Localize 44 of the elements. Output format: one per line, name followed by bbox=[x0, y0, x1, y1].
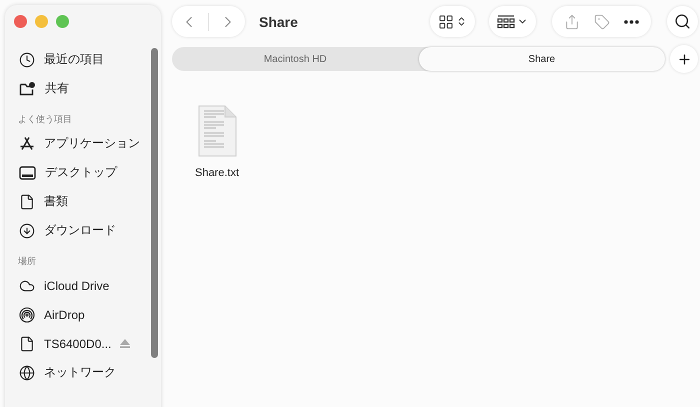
more-button[interactable] bbox=[624, 20, 639, 24]
zoom-button[interactable] bbox=[56, 15, 69, 28]
eject-icon[interactable] bbox=[120, 339, 130, 348]
grid-icon bbox=[438, 14, 454, 30]
new-tab-button[interactable] bbox=[670, 45, 698, 73]
sidebar-item[interactable]: アプリケーション bbox=[44, 135, 140, 152]
tag-icon bbox=[594, 14, 610, 30]
search-icon bbox=[674, 13, 691, 30]
close-button[interactable] bbox=[14, 15, 27, 28]
document-icon bbox=[19, 336, 35, 352]
document-icon bbox=[19, 194, 35, 210]
sidebar-section-header: よく使う項目 bbox=[17, 113, 73, 126]
sidebar-item[interactable]: iCloud Drive bbox=[44, 278, 110, 292]
tag-button[interactable] bbox=[594, 14, 610, 30]
desktop-icon bbox=[19, 166, 36, 180]
more-icon bbox=[624, 20, 639, 24]
text-file-icon[interactable] bbox=[197, 105, 237, 157]
airdrop-icon bbox=[19, 306, 35, 322]
sidebar-item[interactable]: 最近の項目 bbox=[44, 51, 104, 68]
sidebar-item[interactable]: ネットワーク bbox=[44, 364, 116, 381]
sidebar-item[interactable]: TS6400D0... bbox=[44, 336, 112, 350]
window-title: Share bbox=[259, 14, 299, 30]
shared-folder-icon bbox=[19, 80, 36, 96]
download-icon bbox=[19, 222, 35, 238]
view-mode-button[interactable] bbox=[430, 6, 475, 37]
sidebar-item[interactable]: 書類 bbox=[44, 193, 68, 210]
sidebar-item[interactable]: ダウンロード bbox=[44, 222, 116, 239]
updown-chevron-icon bbox=[456, 16, 467, 27]
share-button[interactable] bbox=[564, 14, 580, 30]
group-button[interactable] bbox=[489, 6, 536, 37]
group-grid-icon bbox=[497, 14, 515, 28]
file-name[interactable]: Share.txt bbox=[194, 167, 240, 179]
tab[interactable]: Share bbox=[418, 47, 665, 71]
app-store-icon bbox=[19, 136, 35, 152]
search-button[interactable] bbox=[667, 6, 698, 37]
sidebar-section-header: 場所 bbox=[17, 255, 37, 268]
plus-icon bbox=[676, 52, 692, 66]
share-icon bbox=[564, 14, 580, 30]
sidebar-item[interactable]: デスクトップ bbox=[45, 164, 117, 181]
clock-icon bbox=[19, 52, 35, 68]
sidebar-item[interactable]: 共有 bbox=[45, 80, 69, 97]
sidebar-item[interactable]: AirDrop bbox=[44, 308, 85, 322]
tab[interactable]: Macintosh HD bbox=[172, 47, 418, 71]
globe-icon bbox=[19, 364, 35, 380]
